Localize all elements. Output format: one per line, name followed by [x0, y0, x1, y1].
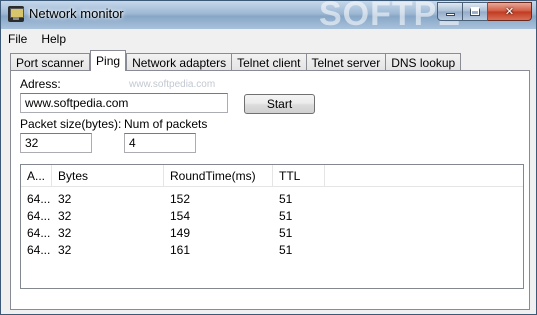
tab-port-scanner[interactable]: Port scanner: [10, 53, 91, 71]
address-input[interactable]: [20, 93, 228, 113]
minimize-button[interactable]: [437, 2, 463, 21]
tab-ping[interactable]: Ping: [90, 50, 127, 71]
maximize-icon: [470, 7, 480, 16]
start-button[interactable]: Start: [244, 94, 315, 114]
cell-ttl: 51: [279, 225, 293, 240]
watermark-url: www.softpedia.com: [129, 79, 216, 90]
packet-size-label: Packet size(bytes):: [20, 117, 122, 131]
column-bytes[interactable]: Bytes: [52, 165, 164, 187]
menu-help[interactable]: Help: [34, 32, 73, 46]
close-icon: ✕: [504, 6, 515, 18]
cell-roundtime: 152: [170, 191, 191, 206]
table-row[interactable]: 64... 32 152 51: [21, 190, 523, 207]
window-controls: ✕: [437, 2, 532, 21]
close-button[interactable]: ✕: [488, 2, 532, 21]
menu-file[interactable]: File: [1, 32, 34, 46]
cell-roundtime: 161: [170, 242, 191, 257]
cell-address: 64...: [27, 242, 51, 257]
results-list[interactable]: A... Bytes RoundTime(ms) TTL 64... 32 15…: [20, 164, 524, 289]
table-row[interactable]: 64... 32 161 51: [21, 241, 523, 258]
table-row[interactable]: 64... 32 149 51: [21, 224, 523, 241]
num-packets-label: Num of packets: [124, 117, 208, 131]
menu-bar: File Help: [1, 29, 536, 48]
cell-bytes: 32: [58, 225, 72, 240]
address-label: Adress:: [20, 77, 61, 91]
cell-bytes: 32: [58, 208, 72, 223]
cell-roundtime: 154: [170, 208, 191, 223]
column-ttl[interactable]: TTL: [273, 165, 325, 187]
app-window: Network monitor SOFTPE ✕ File Help Port …: [0, 0, 537, 315]
tab-telnet-server[interactable]: Telnet server: [305, 53, 387, 71]
cell-roundtime: 149: [170, 225, 191, 240]
minimize-icon: [445, 13, 455, 16]
column-address[interactable]: A...: [21, 165, 52, 187]
num-packets-input[interactable]: [124, 133, 196, 153]
cell-ttl: 51: [279, 191, 293, 206]
cell-address: 64...: [27, 208, 51, 223]
cell-bytes: 32: [58, 191, 72, 206]
column-filler: [325, 165, 523, 187]
tab-network-adapters[interactable]: Network adapters: [126, 53, 233, 71]
cell-ttl: 51: [279, 208, 293, 223]
tab-dns-lookup[interactable]: DNS lookup: [385, 53, 462, 71]
window-title: Network monitor: [29, 6, 124, 21]
tab-strip: Port scanner Ping Network adapters Telne…: [10, 50, 462, 71]
monitor-icon: [8, 6, 24, 22]
column-roundtime[interactable]: RoundTime(ms): [164, 165, 273, 187]
maximize-button[interactable]: [463, 2, 488, 21]
cell-ttl: 51: [279, 242, 293, 257]
title-bar[interactable]: Network monitor SOFTPE ✕: [1, 0, 536, 33]
packet-size-input[interactable]: [20, 133, 92, 153]
cell-bytes: 32: [58, 242, 72, 257]
tab-telnet-client[interactable]: Telnet client: [231, 53, 307, 71]
table-row[interactable]: 64... 32 154 51: [21, 207, 523, 224]
results-header: A... Bytes RoundTime(ms) TTL: [21, 165, 523, 187]
cell-address: 64...: [27, 191, 51, 206]
cell-address: 64...: [27, 225, 51, 240]
ping-panel: www.softpedia.com Adress: Start Packet s…: [10, 70, 530, 310]
